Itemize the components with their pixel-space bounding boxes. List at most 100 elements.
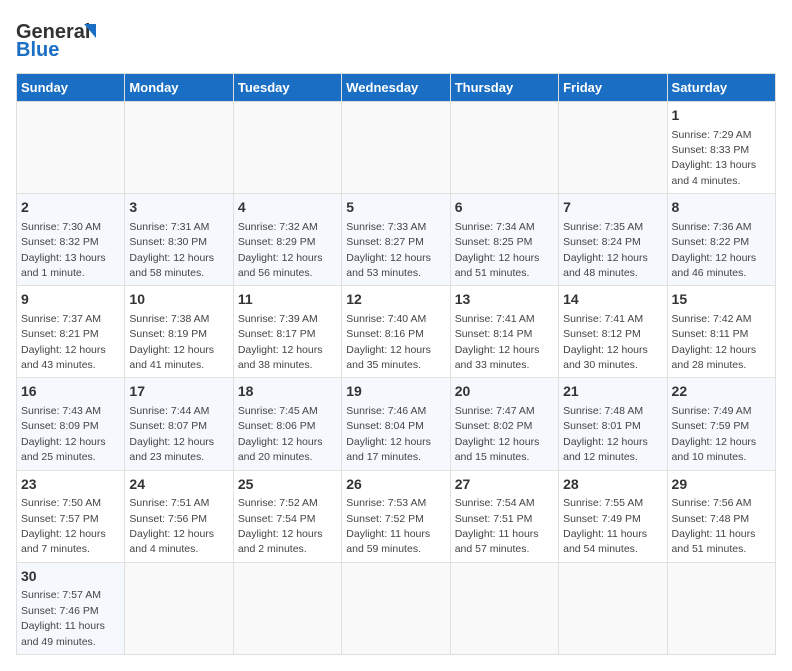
day-info: Sunrise: 7:32 AMSunset: 8:29 PMDaylight:…	[238, 221, 323, 279]
day-number: 20	[455, 382, 554, 402]
day-info: Sunrise: 7:38 AMSunset: 8:19 PMDaylight:…	[129, 313, 214, 371]
day-info: Sunrise: 7:33 AMSunset: 8:27 PMDaylight:…	[346, 221, 431, 279]
calendar-cell: 24Sunrise: 7:51 AMSunset: 7:56 PMDayligh…	[125, 470, 233, 562]
calendar-cell: 23Sunrise: 7:50 AMSunset: 7:57 PMDayligh…	[17, 470, 125, 562]
day-number: 1	[672, 106, 771, 126]
day-number: 10	[129, 290, 228, 310]
day-number: 7	[563, 198, 662, 218]
day-number: 26	[346, 475, 445, 495]
calendar-cell	[559, 102, 667, 194]
day-number: 8	[672, 198, 771, 218]
calendar-cell: 26Sunrise: 7:53 AMSunset: 7:52 PMDayligh…	[342, 470, 450, 562]
day-info: Sunrise: 7:54 AMSunset: 7:51 PMDaylight:…	[455, 497, 539, 555]
day-info: Sunrise: 7:49 AMSunset: 7:59 PMDaylight:…	[672, 405, 757, 463]
calendar-cell	[450, 562, 558, 654]
day-info: Sunrise: 7:57 AMSunset: 7:46 PMDaylight:…	[21, 589, 105, 647]
day-number: 28	[563, 475, 662, 495]
day-info: Sunrise: 7:42 AMSunset: 8:11 PMDaylight:…	[672, 313, 757, 371]
calendar-cell	[667, 562, 775, 654]
calendar-cell	[342, 562, 450, 654]
day-info: Sunrise: 7:43 AMSunset: 8:09 PMDaylight:…	[21, 405, 106, 463]
day-info: Sunrise: 7:53 AMSunset: 7:52 PMDaylight:…	[346, 497, 430, 555]
calendar-cell: 19 Sunrise: 7:46 AMSunset: 8:04 PMDayligh…	[342, 378, 450, 470]
day-info: Sunrise: 7:45 AMSunset: 8:06 PMDaylight:…	[238, 405, 323, 463]
calendar-cell: 13 Sunrise: 7:41 AMSunset: 8:14 PMDayligh…	[450, 286, 558, 378]
calendar-week-3: 9Sunrise: 7:37 AMSunset: 8:21 PMDaylight…	[17, 286, 776, 378]
day-info: Sunrise: 7:37 AMSunset: 8:21 PMDaylight:…	[21, 313, 106, 371]
day-number: 11	[238, 290, 337, 310]
column-header-monday: Monday	[125, 74, 233, 102]
day-number: 4	[238, 198, 337, 218]
calendar-cell: 17 Sunrise: 7:44 AMSunset: 8:07 PMDayligh…	[125, 378, 233, 470]
day-info: Sunrise: 7:29 AMSunset: 8:33 PMDaylight:…	[672, 129, 757, 187]
day-number: 13	[455, 290, 554, 310]
column-header-saturday: Saturday	[667, 74, 775, 102]
day-info: Sunrise: 7:48 AMSunset: 8:01 PMDaylight:…	[563, 405, 648, 463]
calendar-week-6: 30Sunrise: 7:57 AMSunset: 7:46 PMDayligh…	[17, 562, 776, 654]
calendar-cell	[233, 102, 341, 194]
day-info: Sunrise: 7:44 AMSunset: 8:07 PMDaylight:…	[129, 405, 214, 463]
calendar-cell	[233, 562, 341, 654]
logo: General Blue	[16, 16, 106, 65]
day-info: Sunrise: 7:39 AMSunset: 8:17 PMDaylight:…	[238, 313, 323, 371]
day-number: 14	[563, 290, 662, 310]
day-number: 29	[672, 475, 771, 495]
calendar-cell: 1 Sunrise: 7:29 AMSunset: 8:33 PMDaylight…	[667, 102, 775, 194]
calendar-cell	[559, 562, 667, 654]
calendar-week-2: 2 Sunrise: 7:30 AMSunset: 8:32 PMDaylight…	[17, 194, 776, 286]
day-number: 23	[21, 475, 120, 495]
day-number: 5	[346, 198, 445, 218]
calendar-cell	[125, 102, 233, 194]
calendar-cell: 2 Sunrise: 7:30 AMSunset: 8:32 PMDaylight…	[17, 194, 125, 286]
svg-text:Blue: Blue	[16, 39, 59, 60]
calendar-week-4: 16 Sunrise: 7:43 AMSunset: 8:09 PMDayligh…	[17, 378, 776, 470]
calendar-cell: 27Sunrise: 7:54 AMSunset: 7:51 PMDayligh…	[450, 470, 558, 562]
calendar-table: SundayMondayTuesdayWednesdayThursdayFrid…	[16, 73, 776, 655]
day-number: 27	[455, 475, 554, 495]
column-header-tuesday: Tuesday	[233, 74, 341, 102]
calendar-cell: 11 Sunrise: 7:39 AMSunset: 8:17 PMDayligh…	[233, 286, 341, 378]
day-info: Sunrise: 7:50 AMSunset: 7:57 PMDaylight:…	[21, 497, 106, 555]
day-number: 16	[21, 382, 120, 402]
calendar-cell: 30Sunrise: 7:57 AMSunset: 7:46 PMDayligh…	[17, 562, 125, 654]
day-number: 17	[129, 382, 228, 402]
calendar-cell	[125, 562, 233, 654]
calendar-cell: 10 Sunrise: 7:38 AMSunset: 8:19 PMDayligh…	[125, 286, 233, 378]
day-info: Sunrise: 7:47 AMSunset: 8:02 PMDaylight:…	[455, 405, 540, 463]
calendar-cell	[450, 102, 558, 194]
day-info: Sunrise: 7:30 AMSunset: 8:32 PMDaylight:…	[21, 221, 106, 279]
day-info: Sunrise: 7:36 AMSunset: 8:22 PMDaylight:…	[672, 221, 757, 279]
day-number: 22	[672, 382, 771, 402]
day-info: Sunrise: 7:35 AMSunset: 8:24 PMDaylight:…	[563, 221, 648, 279]
day-info: Sunrise: 7:41 AMSunset: 8:14 PMDaylight:…	[455, 313, 540, 371]
calendar-cell: 16 Sunrise: 7:43 AMSunset: 8:09 PMDayligh…	[17, 378, 125, 470]
day-number: 30	[21, 567, 120, 587]
calendar-cell	[17, 102, 125, 194]
day-info: Sunrise: 7:31 AMSunset: 8:30 PMDaylight:…	[129, 221, 214, 279]
day-number: 19	[346, 382, 445, 402]
calendar-cell: 4 Sunrise: 7:32 AMSunset: 8:29 PMDaylight…	[233, 194, 341, 286]
calendar-cell: 21 Sunrise: 7:48 AMSunset: 8:01 PMDayligh…	[559, 378, 667, 470]
day-number: 2	[21, 198, 120, 218]
day-number: 12	[346, 290, 445, 310]
calendar-cell: 14Sunrise: 7:41 AMSunset: 8:12 PMDayligh…	[559, 286, 667, 378]
calendar-week-5: 23Sunrise: 7:50 AMSunset: 7:57 PMDayligh…	[17, 470, 776, 562]
calendar-cell: 6Sunrise: 7:34 AMSunset: 8:25 PMDaylight…	[450, 194, 558, 286]
day-number: 6	[455, 198, 554, 218]
column-header-sunday: Sunday	[17, 74, 125, 102]
calendar-cell: 18 Sunrise: 7:45 AMSunset: 8:06 PMDayligh…	[233, 378, 341, 470]
day-number: 18	[238, 382, 337, 402]
column-header-thursday: Thursday	[450, 74, 558, 102]
calendar-cell: 7 Sunrise: 7:35 AMSunset: 8:24 PMDaylight…	[559, 194, 667, 286]
day-number: 24	[129, 475, 228, 495]
calendar-cell: 15Sunrise: 7:42 AMSunset: 8:11 PMDayligh…	[667, 286, 775, 378]
day-number: 3	[129, 198, 228, 218]
day-info: Sunrise: 7:55 AMSunset: 7:49 PMDaylight:…	[563, 497, 647, 555]
day-info: Sunrise: 7:51 AMSunset: 7:56 PMDaylight:…	[129, 497, 214, 555]
day-number: 21	[563, 382, 662, 402]
day-info: Sunrise: 7:46 AMSunset: 8:04 PMDaylight:…	[346, 405, 431, 463]
calendar-cell: 25Sunrise: 7:52 AMSunset: 7:54 PMDayligh…	[233, 470, 341, 562]
calendar-cell: 20 Sunrise: 7:47 AMSunset: 8:02 PMDayligh…	[450, 378, 558, 470]
column-header-wednesday: Wednesday	[342, 74, 450, 102]
calendar-cell: 3 Sunrise: 7:31 AMSunset: 8:30 PMDaylight…	[125, 194, 233, 286]
